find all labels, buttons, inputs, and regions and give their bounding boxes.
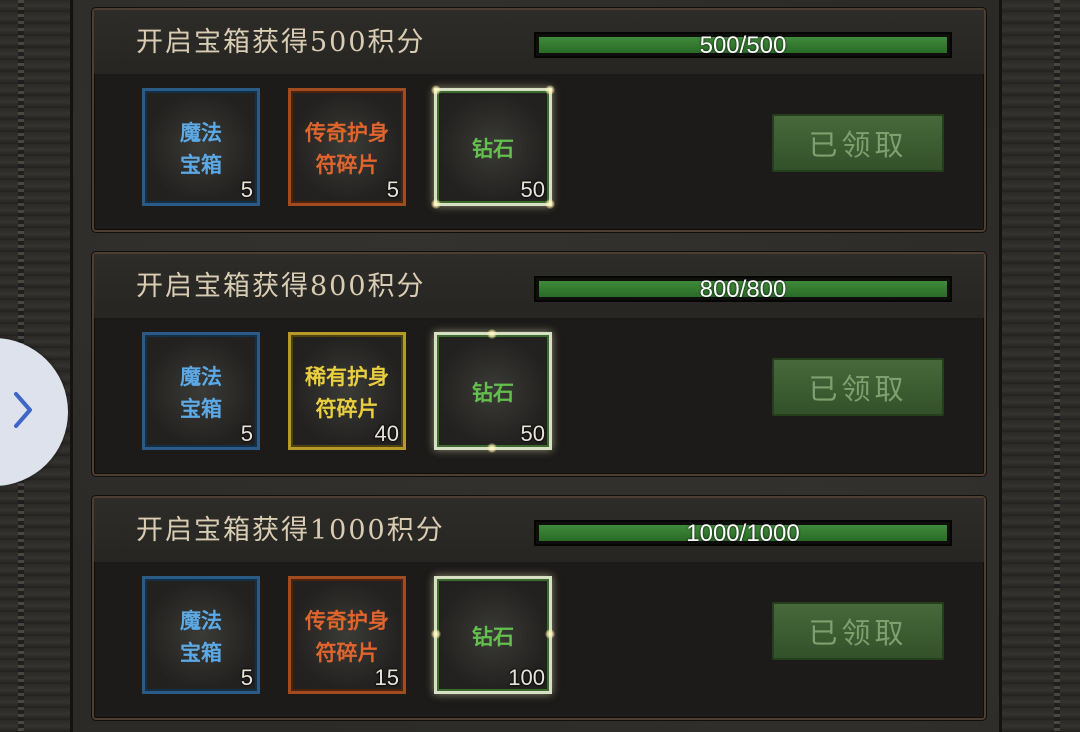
item-name: 稀有护身 符碎片 bbox=[305, 364, 389, 421]
sparkle-effect bbox=[487, 329, 497, 339]
item-name: 魔法 宝箱 bbox=[180, 608, 222, 665]
reward-item-amulet-fragment[interactable]: 传奇护身 符碎片 15 bbox=[288, 576, 406, 694]
item-name: 传奇护身 符碎片 bbox=[305, 120, 389, 177]
progress-text: 500/500 bbox=[699, 32, 787, 59]
reward-item-diamond[interactable]: 钻石 100 bbox=[431, 576, 555, 694]
card-header: 开启宝箱获得800积分 800/800 bbox=[94, 254, 984, 318]
item-count: 5 bbox=[240, 421, 253, 446]
sparkle-effect bbox=[431, 199, 441, 209]
reward-item-amulet-fragment[interactable]: 传奇护身 符碎片 5 bbox=[288, 88, 406, 206]
item-name: 钻石 bbox=[472, 624, 514, 649]
reward-card: 开启宝箱获得1000积分 1000/1000 魔法 宝箱 5 传奇护身 符碎片 … bbox=[92, 496, 986, 720]
item-count: 40 bbox=[374, 421, 399, 446]
claimed-button[interactable]: 已领取 bbox=[772, 602, 944, 660]
sparkle-effect bbox=[487, 443, 497, 453]
reward-item-diamond[interactable]: 钻石 50 bbox=[434, 329, 552, 453]
claimed-button[interactable]: 已领取 bbox=[772, 114, 944, 172]
chevron-right-icon bbox=[12, 390, 34, 434]
item-count: 50 bbox=[520, 177, 545, 202]
progress-text: 800/800 bbox=[699, 276, 787, 303]
sparkle-effect bbox=[431, 85, 441, 95]
progress-text: 1000/1000 bbox=[686, 520, 800, 547]
reward-title: 开启宝箱获得500积分 bbox=[136, 27, 426, 58]
item-count: 5 bbox=[240, 177, 253, 202]
reward-title: 开启宝箱获得800积分 bbox=[136, 271, 426, 302]
reward-item-amulet-fragment[interactable]: 稀有护身 符碎片 40 bbox=[288, 332, 406, 450]
claimed-button[interactable]: 已领取 bbox=[772, 358, 944, 416]
sparkle-effect bbox=[431, 629, 441, 639]
progress-bar: 800/800 bbox=[534, 276, 952, 303]
card-header: 开启宝箱获得1000积分 1000/1000 bbox=[94, 498, 984, 562]
reward-item-magic-chest[interactable]: 魔法 宝箱 5 bbox=[142, 332, 260, 450]
reward-title: 开启宝箱获得1000积分 bbox=[136, 515, 445, 546]
progress-bar: 500/500 bbox=[534, 32, 952, 59]
item-count: 15 bbox=[374, 665, 399, 690]
item-name: 钻石 bbox=[472, 136, 514, 161]
progress-bar: 1000/1000 bbox=[534, 520, 952, 547]
item-name: 钻石 bbox=[472, 380, 514, 405]
item-name: 魔法 宝箱 bbox=[180, 364, 222, 421]
sparkle-effect bbox=[545, 629, 555, 639]
right-frame-border bbox=[999, 0, 1080, 732]
reward-item-magic-chest[interactable]: 魔法 宝箱 5 bbox=[142, 88, 260, 206]
item-count: 5 bbox=[386, 177, 399, 202]
card-header: 开启宝箱获得500积分 500/500 bbox=[94, 10, 984, 74]
sparkle-effect bbox=[545, 85, 555, 95]
reward-item-diamond[interactable]: 钻石 50 bbox=[431, 85, 555, 209]
reward-card: 开启宝箱获得500积分 500/500 魔法 宝箱 5 传奇护身 符碎片 5 钻… bbox=[92, 8, 986, 232]
sparkle-effect bbox=[545, 199, 555, 209]
item-count: 50 bbox=[520, 421, 545, 446]
item-count: 5 bbox=[240, 665, 253, 690]
reward-card: 开启宝箱获得800积分 800/800 魔法 宝箱 5 稀有护身 符碎片 40 … bbox=[92, 252, 986, 476]
item-name: 传奇护身 符碎片 bbox=[305, 608, 389, 665]
reward-item-magic-chest[interactable]: 魔法 宝箱 5 bbox=[142, 576, 260, 694]
item-name: 魔法 宝箱 bbox=[180, 120, 222, 177]
item-count: 100 bbox=[508, 665, 545, 690]
